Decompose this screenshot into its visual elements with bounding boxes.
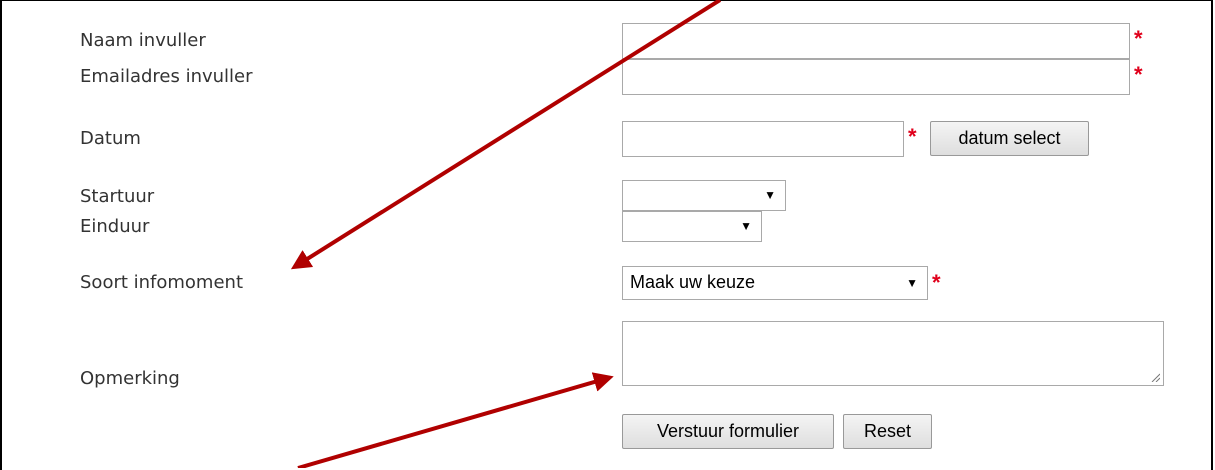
annotation-arrow-top	[290, 0, 722, 270]
annotation-arrow-bottom	[297, 372, 614, 468]
annotation-arrows	[290, 0, 722, 468]
